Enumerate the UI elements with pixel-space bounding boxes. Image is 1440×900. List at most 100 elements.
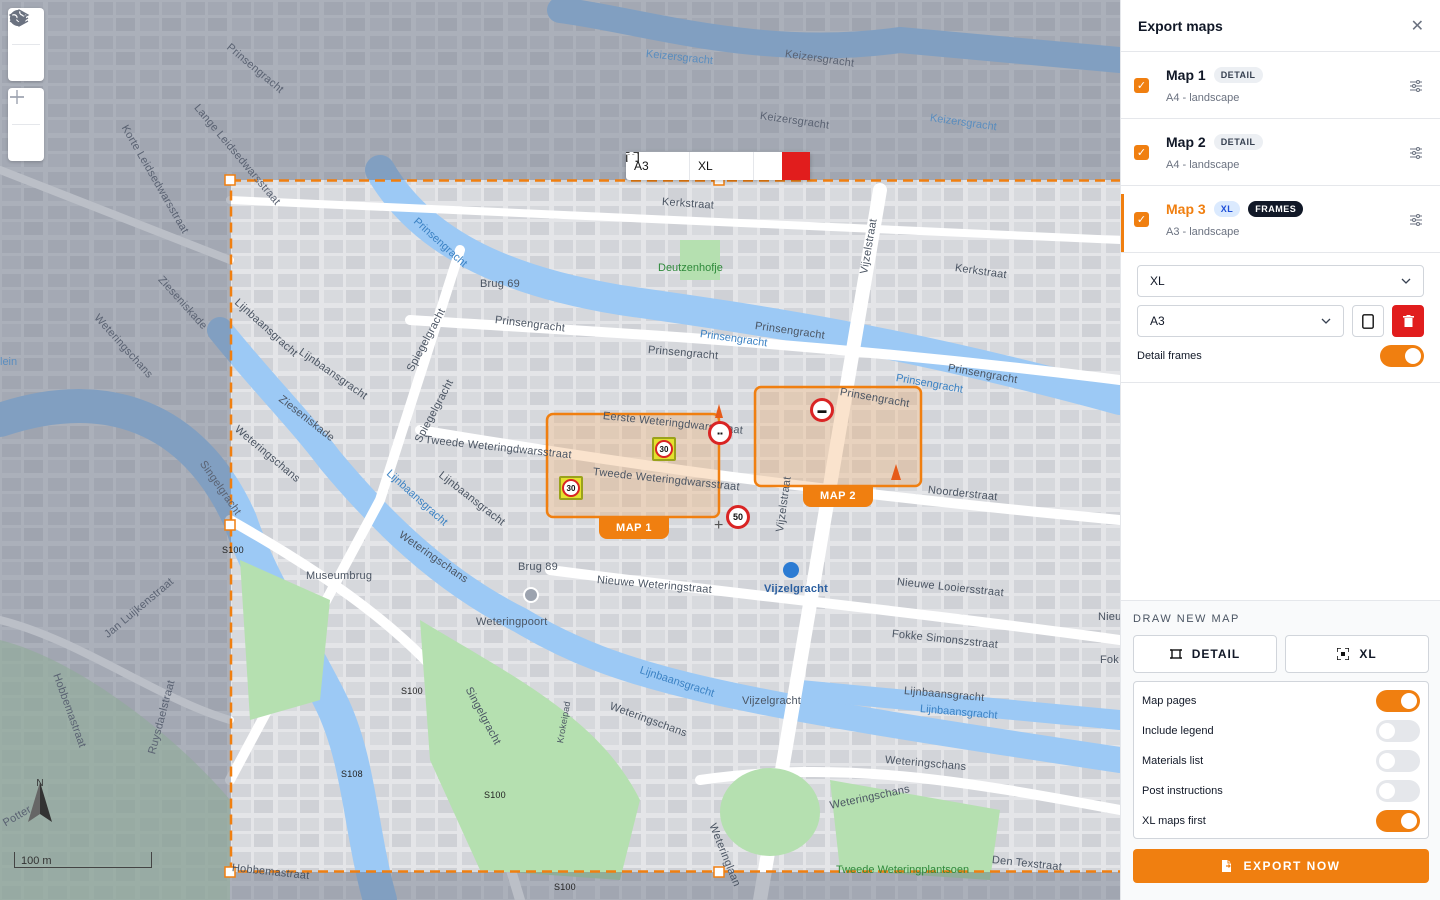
map-pages-toggle[interactable] [1376, 690, 1420, 712]
traffic-cone-icon[interactable] [715, 404, 723, 418]
street-label: Brug 89 [518, 561, 558, 573]
expand-icon [1337, 648, 1350, 660]
map-list-item[interactable]: ✓ Map 1 DETAIL A4 - landscape [1121, 52, 1440, 119]
svg-text:+: + [714, 517, 723, 534]
export-area-toolbar: A3 XL [626, 152, 810, 180]
settings-sliders-icon[interactable] [1410, 80, 1422, 92]
materials-list-toggle[interactable] [1376, 750, 1420, 772]
scale-bar: 100 m [14, 852, 152, 868]
detail-frames-label: Detail frames [1137, 350, 1202, 362]
zoom-out-icon[interactable] [8, 96, 44, 161]
settings-sliders-icon[interactable] [1410, 147, 1422, 159]
map-type-badge: DETAIL [1213, 133, 1263, 150]
map-format: A4 - landscape [1166, 91, 1240, 104]
speed-limit-label: 30 [562, 479, 580, 497]
frame-label-map-1[interactable]: MAP 1 [599, 517, 669, 539]
size-dropdown-value: XL [1150, 274, 1165, 288]
panel-title: Export maps [1138, 17, 1223, 34]
map-type-badge: DETAIL [1213, 66, 1263, 83]
draw-new-map-section: DRAW NEW MAP DETAIL XL Map pages Include… [1121, 600, 1440, 900]
road-shield: S100 [401, 686, 423, 696]
export-options: Map pages Include legend Materials list … [1133, 681, 1429, 839]
road-shield: S100 [554, 882, 576, 892]
street-label: Vijzelgracht [764, 583, 828, 595]
map-name: Map 2 [1166, 133, 1206, 150]
speed-sign-icon[interactable]: 30 [559, 476, 583, 500]
export-now-button[interactable]: EXPORT NOW [1133, 849, 1429, 883]
frame-icon [1169, 649, 1182, 659]
park-label: Tweede Weteringplantsoen [836, 864, 970, 876]
export-now-label: EXPORT NOW [1243, 859, 1341, 873]
zoom-controls [8, 88, 44, 161]
post-instructions-toggle[interactable] [1376, 780, 1420, 802]
speed-sign-icon[interactable]: 30 [652, 437, 676, 461]
no-parking-sign-icon[interactable]: ▪▪ [708, 421, 732, 445]
chevron-down-icon [1321, 318, 1331, 324]
close-icon[interactable]: ✕ [1411, 16, 1424, 36]
option-label: Post instructions [1142, 785, 1223, 797]
map-name: Map 1 [1166, 66, 1206, 83]
truck-sign-icon[interactable]: ▬ [810, 398, 834, 422]
street-label: Brug 69 [480, 278, 520, 290]
park-label: Deutzenhofje [658, 262, 723, 274]
export-panel: Export maps ✕ ✓ Map 1 DETAIL A4 - landsc… [1120, 0, 1440, 900]
street-label: Nieu [1098, 611, 1120, 623]
map-style-controls [8, 8, 44, 81]
include-legend-toggle[interactable] [1376, 720, 1420, 742]
north-arrow-icon [28, 782, 52, 822]
north-arrow: N [22, 778, 58, 838]
draw-detail-label: DETAIL [1191, 647, 1241, 661]
traffic-cone-icon[interactable] [891, 464, 901, 480]
speed-limit-label: 30 [655, 440, 673, 458]
panel-header: Export maps ✕ [1121, 0, 1440, 52]
xl-maps-first-toggle[interactable] [1376, 810, 1420, 832]
size-select[interactable]: XL [626, 152, 754, 180]
map-format: A3 - landscape [1166, 225, 1240, 238]
road-shield: S100 [484, 790, 506, 800]
export-file-icon [1222, 860, 1232, 872]
settings-sliders-icon[interactable] [1410, 214, 1422, 226]
frames-badge: FRAMES [1248, 200, 1304, 217]
size-dropdown[interactable]: XL [1137, 265, 1424, 297]
street-label: Weteringpoort [476, 616, 548, 628]
map-format: A4 - landscape [1166, 158, 1240, 171]
orientation-landscape-icon[interactable] [626, 152, 782, 180]
portrait-icon [1362, 313, 1374, 329]
map-settings: XL A3 Detail frames [1121, 253, 1440, 383]
map-checkbox[interactable]: ✓ [1134, 144, 1149, 160]
draw-xl-button[interactable]: XL [1285, 635, 1429, 673]
option-label: Map pages [1142, 695, 1197, 707]
option-label: XL maps first [1142, 815, 1206, 827]
map-name: Map 3 [1166, 200, 1206, 217]
trash-icon [626, 152, 637, 164]
road-shield: S100 [222, 545, 244, 555]
trash-icon [1402, 315, 1414, 327]
chevron-down-icon [1401, 278, 1411, 284]
orientation-portrait-button[interactable] [1352, 305, 1384, 337]
option-label: Include legend [1142, 725, 1214, 737]
road-shield: S108 [341, 769, 363, 779]
draw-section-title: DRAW NEW MAP [1133, 613, 1240, 625]
detail-frames-toggle[interactable] [1380, 345, 1424, 367]
frame-label-map-2[interactable]: MAP 2 [803, 485, 873, 507]
delete-area-button[interactable] [626, 152, 810, 180]
street-label: Fok [1100, 654, 1119, 666]
size-select-value: XL [698, 159, 713, 173]
street-label: Museumbrug [306, 570, 373, 582]
option-label: Materials list [1142, 755, 1204, 767]
water-label: lein [0, 356, 18, 368]
draw-xl-label: XL [1359, 647, 1377, 661]
delete-map-button[interactable] [1392, 305, 1424, 337]
format-dropdown[interactable]: A3 [1137, 305, 1344, 337]
map-list-item-active[interactable]: ✓ Map 3 XL FRAMES A3 - landscape [1121, 186, 1440, 253]
speed-sign-icon[interactable]: 50 [726, 505, 750, 529]
draw-detail-button[interactable]: DETAIL [1133, 635, 1277, 673]
map-checkbox[interactable]: ✓ [1134, 211, 1149, 227]
map-type-badge: XL [1213, 200, 1241, 217]
format-dropdown-value: A3 [1150, 314, 1165, 328]
map-canvas[interactable]: + Kerkstraat Kerkstraat Keizersgracht Ke… [0, 0, 1120, 900]
layers-icon[interactable] [8, 9, 44, 81]
map-checkbox[interactable]: ✓ [1134, 77, 1149, 93]
map-list-item[interactable]: ✓ Map 2 DETAIL A4 - landscape [1121, 119, 1440, 186]
street-label: Vijzelgracht [742, 695, 802, 707]
